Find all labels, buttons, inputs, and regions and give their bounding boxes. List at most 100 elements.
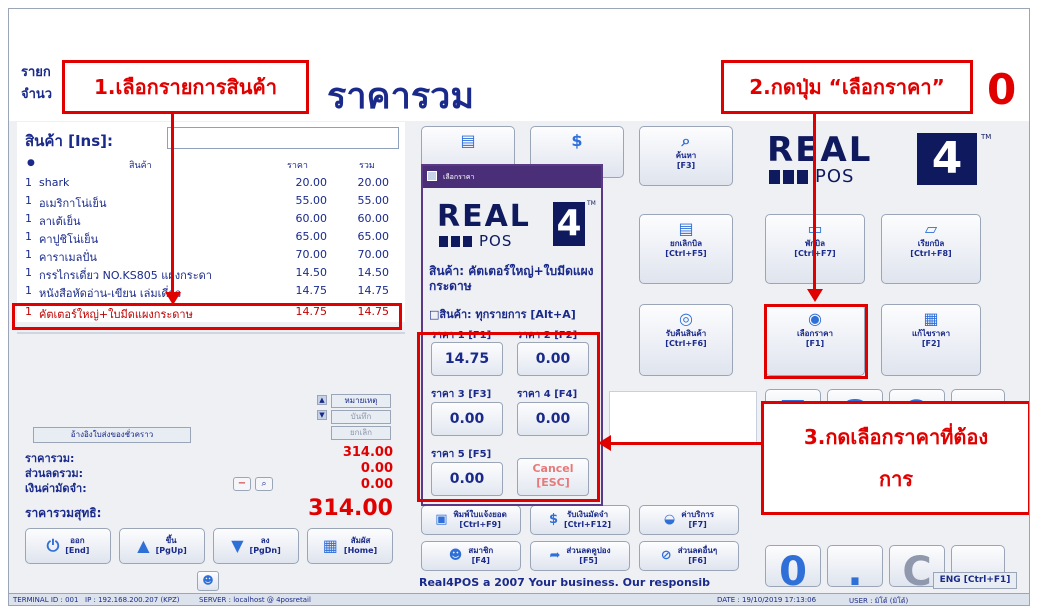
exit-button[interactable]: ⏻ ออก [End]	[25, 528, 111, 564]
callout-step1: 1.เลือกรายการสินค้า	[62, 60, 309, 114]
arrow-step2-line	[813, 114, 816, 290]
table-row[interactable]: 1 หนังสือหัดอ่าน-เขียน เล่มเดี่ยว 14.75 14.…	[25, 284, 397, 300]
brand-logo-word: REAL	[767, 130, 873, 170]
table-row[interactable]: 1 shark 20.00 20.00	[25, 176, 397, 192]
header-label-bottom: จำนว	[21, 87, 53, 102]
table-row[interactable]: 1 อเมริกาโน่เย็น 55.00 55.00	[25, 194, 397, 210]
header-label-top: รายก	[21, 65, 51, 80]
printer-icon: ▣	[435, 512, 448, 527]
col-total: รวม	[359, 161, 375, 171]
status-bar: TERMINAL ID : 001 IP : 192.168.200.207 (…	[9, 593, 1029, 605]
highlight-choose-price-button	[764, 304, 868, 379]
datetime: DATE : 19/10/2019 17:13:06	[717, 596, 817, 604]
net-total-value: 314.00	[308, 496, 393, 521]
page-up-button[interactable]: ▲ ขึ้น [PgUp]	[119, 528, 205, 564]
return-icon: ◎	[679, 309, 693, 328]
deposit-label: เงินค่ามัดจำ:	[25, 482, 87, 495]
dialog-product-text: สินค้า: คัตเตอร์ใหญ่+ใบมีดแผงกระดาษ	[429, 264, 594, 293]
deposit-value: 0.00	[360, 477, 393, 492]
member-icon: ☻	[448, 548, 463, 563]
info-panel	[609, 391, 757, 443]
total-value: 314.00	[342, 445, 393, 460]
arrow-step1-head	[165, 292, 181, 305]
other-discount-button[interactable]: ⊘ ส่วนลดอื่นๆ [F6]	[639, 541, 739, 571]
arrow-step1-line	[171, 114, 174, 294]
arrow-step3-line	[609, 442, 761, 445]
touch-icon: ▦	[322, 536, 338, 555]
return-goods-button[interactable]: ◎ รับคืนสินค้า [Ctrl+F6]	[639, 304, 733, 376]
dialog-logo-number: 4	[553, 202, 585, 246]
table-row[interactable]: 1 คาปูชิโน่เย็น 65.00 65.00	[25, 230, 397, 246]
table-row[interactable]: 1 กรรไกรเดี่ยว NO.KS805 แผงกระดา 14.50 14.5…	[25, 266, 397, 282]
search-button[interactable]: ⌕ ค้นหา [F3]	[639, 126, 733, 186]
scroll-down-icon[interactable]: ▼	[317, 410, 327, 420]
recall-bill-button[interactable]: ▱ เรียกบิล [Ctrl+F8]	[881, 214, 981, 284]
arrow-down-icon: ▼	[231, 536, 244, 555]
logo-trademark: TM	[981, 133, 992, 141]
dollar-icon: $	[571, 131, 583, 150]
touch-mode-button[interactable]: ▦ สัมผัส [Home]	[307, 528, 393, 564]
page-down-button[interactable]: ▼ ลง [PgDn]	[213, 528, 299, 564]
dollar-icon: $	[548, 512, 559, 527]
cancel-doc-icon: ▤	[678, 219, 694, 238]
numpad-key-dot[interactable]: .	[827, 545, 883, 587]
panel-divider	[17, 332, 405, 334]
terminal-id: TERMINAL ID : 001	[13, 596, 79, 604]
edit-price-button[interactable]: ▦ แก้ไขราคา [F2]	[881, 304, 981, 376]
highlight-selected-row	[12, 303, 402, 330]
search-icon[interactable]: ⌕	[255, 477, 273, 491]
deposit-button[interactable]: $ รับเงินมัดจำ [Ctrl+F12]	[530, 505, 630, 535]
tag-icon: ⊘	[660, 548, 672, 563]
save-button[interactable]: บันทึก	[331, 410, 391, 424]
calculator-icon: ▦	[923, 309, 939, 328]
ip-address: IP : 192.168.200.207 (KPZ)	[85, 596, 180, 604]
dialog-app-icon	[427, 171, 437, 181]
open-folder-icon: ▱	[924, 219, 938, 238]
brand-logo-number: 4	[917, 133, 977, 185]
coupon-discount-button[interactable]: ➦ ส่วนลดคูปอง [F5]	[530, 541, 630, 571]
language-button[interactable]: ENG [Ctrl+F1]	[933, 572, 1017, 589]
dialog-logo-sub: POS	[479, 232, 513, 250]
footer-slogan: Real4POS a 2007 Your business. Our respo…	[419, 576, 710, 589]
callout-step3-line2: การ	[878, 467, 914, 491]
product-search-input[interactable]	[167, 127, 399, 149]
coupon-icon: ➦	[549, 548, 561, 563]
service-charge-button[interactable]: ◒ ค่าบริการ [F7]	[639, 505, 739, 535]
cancel-bill-button[interactable]: ▤ ยกเลิกบิล [Ctrl+F5]	[639, 214, 733, 284]
col-name: สินค้า	[129, 161, 152, 171]
col-qty: ●	[27, 158, 35, 168]
discount-value: 0.00	[360, 461, 393, 476]
all-items-checkbox[interactable]: □สินค้า: ทุกรายการ [Alt+A]	[429, 305, 576, 323]
header-top	[9, 9, 1029, 51]
dialog-logo-word: REAL	[437, 199, 531, 234]
table-row[interactable]: 1 ลาเต้เย็น 60.00 60.00	[25, 212, 397, 228]
member-button[interactable]: ☻ สมาชิก [F4]	[421, 541, 521, 571]
document-icon: ▤	[460, 131, 476, 150]
arrow-step2-head	[807, 289, 823, 302]
cancel-action-button[interactable]: ยกเลิก	[331, 426, 391, 440]
numpad-key-0[interactable]: 0	[765, 545, 821, 587]
callout-step3: 3.กดเลือกราคาที่ต้อง การ	[761, 401, 1029, 515]
table-row[interactable]: 1 คาราเมลปั่น 70.00 70.00	[25, 248, 397, 264]
dialog-logo-trademark: TM	[587, 200, 596, 207]
callout-step3-line1: 3.กดเลือกราคาที่ต้อง	[803, 425, 989, 449]
highlight-price-buttons	[417, 332, 600, 502]
handshake-icon: ◒	[663, 512, 676, 527]
user-icon[interactable]: ☻	[197, 571, 219, 591]
arrow-step3-head	[598, 435, 611, 451]
notes-button[interactable]: หมายเหตุ	[331, 394, 391, 408]
arrow-up-icon: ▲	[137, 536, 150, 555]
pos-window: รายก จำนว ราคารวม 0 สินค้า [Ins]: ● สินค…	[8, 8, 1030, 606]
magnifier-icon: ⌕	[681, 131, 691, 150]
print-statement-button[interactable]: ▣ พิมพ์ใบแจ้งยอด [Ctrl+F9]	[421, 505, 521, 535]
reference-slip-button[interactable]: อ้างอิงใบส่งของชั่วคราว	[33, 427, 191, 443]
net-total-label: ราคารวมสุทธิ:	[25, 506, 102, 520]
minus-icon[interactable]: −	[233, 477, 251, 491]
callout-step2: 2.กดปุ่ม “เลือกราคา”	[721, 60, 973, 114]
items-table-header: ● สินค้า ราคา รวม	[25, 156, 397, 172]
brand-logo-sub: POS	[815, 166, 855, 187]
scroll-up-icon[interactable]: ▲	[317, 395, 327, 405]
col-price: ราคา	[287, 161, 308, 171]
current-user: USER : มิโด้ (มิโด้)	[849, 597, 909, 605]
page-title: ราคารวม	[327, 76, 475, 117]
